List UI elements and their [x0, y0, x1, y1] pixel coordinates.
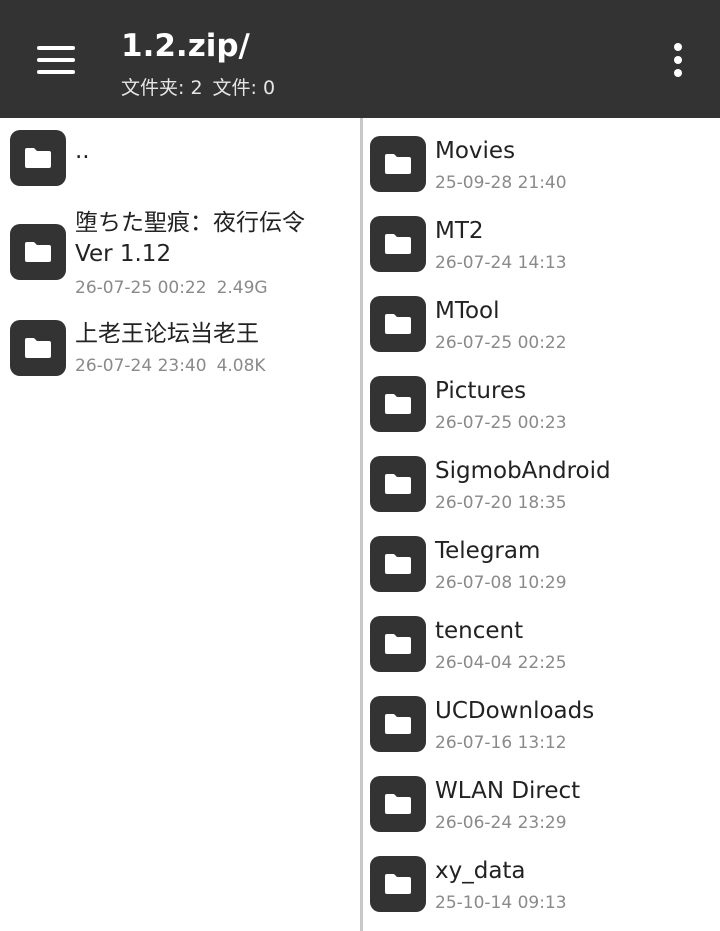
- list-item[interactable]: Movies 25-09-28 21:40: [363, 118, 720, 198]
- folder-icon: [370, 216, 426, 272]
- folder-icon: [10, 224, 66, 280]
- list-item[interactable]: MTool 26-07-25 00:22: [363, 278, 720, 358]
- path-title: 1.2.zip/: [121, 28, 250, 64]
- list-item[interactable]: WLAN Direct 26-06-24 23:29: [363, 758, 720, 838]
- item-name: MT2: [435, 218, 484, 244]
- folder-icon: [370, 696, 426, 752]
- file-count: 文件: 0: [212, 77, 276, 99]
- list-item[interactable]: 堕ちた聖痕：夜行伝令 Ver 1.12 26-07-25 00:22 2.49G: [0, 202, 360, 306]
- left-pane[interactable]: .. 堕ちた聖痕：夜行伝令 Ver 1.12 26-07-25 00:22 2.4…: [0, 118, 360, 931]
- item-date: 26-07-20 18:35: [435, 493, 567, 513]
- item-meta: 26-07-25 00:22 2.49G: [75, 277, 268, 299]
- folder-icon: [370, 376, 426, 432]
- item-name: Pictures: [435, 378, 527, 404]
- item-date: 25-10-14 09:13: [435, 893, 567, 913]
- list-item[interactable]: MT2 26-07-24 14:13: [363, 198, 720, 278]
- item-name: MTool: [435, 298, 500, 324]
- list-item[interactable]: xy_data 25-10-14 09:13: [363, 838, 720, 918]
- item-name: tencent: [435, 618, 524, 644]
- top-toolbar: 1.2.zip/ 文件夹: 2 文件: 0: [0, 0, 720, 118]
- item-date: 26-07-08 10:29: [435, 573, 567, 593]
- item-name-line1: 堕ちた聖痕：夜行伝令: [75, 210, 305, 236]
- item-date: 26-07-25 00:22: [435, 333, 567, 353]
- more-vert-icon[interactable]: [666, 40, 690, 80]
- right-pane[interactable]: Movies 25-09-28 21:40 MT2 26-07-24 14:13…: [363, 118, 720, 931]
- folder-icon: [10, 320, 66, 376]
- folder-icon: [370, 856, 426, 912]
- list-item[interactable]: 上老王论坛当老王 26-07-24 23:40 4.08K: [0, 306, 360, 386]
- item-name: SigmobAndroid: [435, 458, 611, 484]
- list-item[interactable]: tencent 26-04-04 22:25: [363, 598, 720, 678]
- item-name: UCDownloads: [435, 698, 595, 724]
- item-size: 2.49G: [216, 278, 268, 298]
- file-manager-app: 1.2.zip/ 文件夹: 2 文件: 0 .. 堕ちた聖痕：夜行伝令 Ver 1…: [0, 0, 720, 931]
- item-name: xy_data: [435, 858, 526, 884]
- item-date: 25-09-28 21:40: [435, 173, 567, 193]
- folder-icon: [370, 616, 426, 672]
- list-item[interactable]: Telegram 26-07-08 10:29: [363, 518, 720, 598]
- item-date: 26-07-24 14:13: [435, 253, 567, 273]
- item-date: 26-07-25 00:22: [75, 278, 207, 298]
- item-name: Movies: [435, 138, 516, 164]
- item-date: 26-07-16 13:12: [435, 733, 567, 753]
- item-name: WLAN Direct: [435, 778, 581, 804]
- hamburger-menu-icon[interactable]: [22, 30, 90, 90]
- item-name: Telegram: [435, 538, 541, 564]
- folder-icon: [370, 136, 426, 192]
- item-date: 26-04-04 22:25: [435, 653, 567, 673]
- folder-icon: [10, 130, 66, 186]
- list-item[interactable]: UCDownloads 26-07-16 13:12: [363, 678, 720, 758]
- item-date: 26-06-24 23:29: [435, 813, 567, 833]
- item-meta: 26-07-24 23:40 4.08K: [75, 355, 266, 377]
- folder-count: 文件夹: 2: [121, 77, 203, 99]
- item-date: 26-07-24 23:40: [75, 356, 207, 376]
- item-name: ..: [75, 138, 90, 164]
- folder-icon: [370, 536, 426, 592]
- folder-icon: [370, 456, 426, 512]
- item-size: 4.08K: [216, 356, 266, 376]
- item-name: 上老王论坛当老王: [75, 321, 259, 347]
- list-item[interactable]: SigmobAndroid 26-07-20 18:35: [363, 438, 720, 518]
- item-name-line2: Ver 1.12: [75, 241, 172, 267]
- list-item[interactable]: Pictures 26-07-25 00:23: [363, 358, 720, 438]
- folder-icon: [370, 776, 426, 832]
- folder-icon: [370, 296, 426, 352]
- list-item-parent-dir[interactable]: ..: [0, 118, 360, 202]
- item-date: 26-07-25 00:23: [435, 413, 567, 433]
- folder-file-counts: 文件夹: 2 文件: 0: [121, 75, 275, 101]
